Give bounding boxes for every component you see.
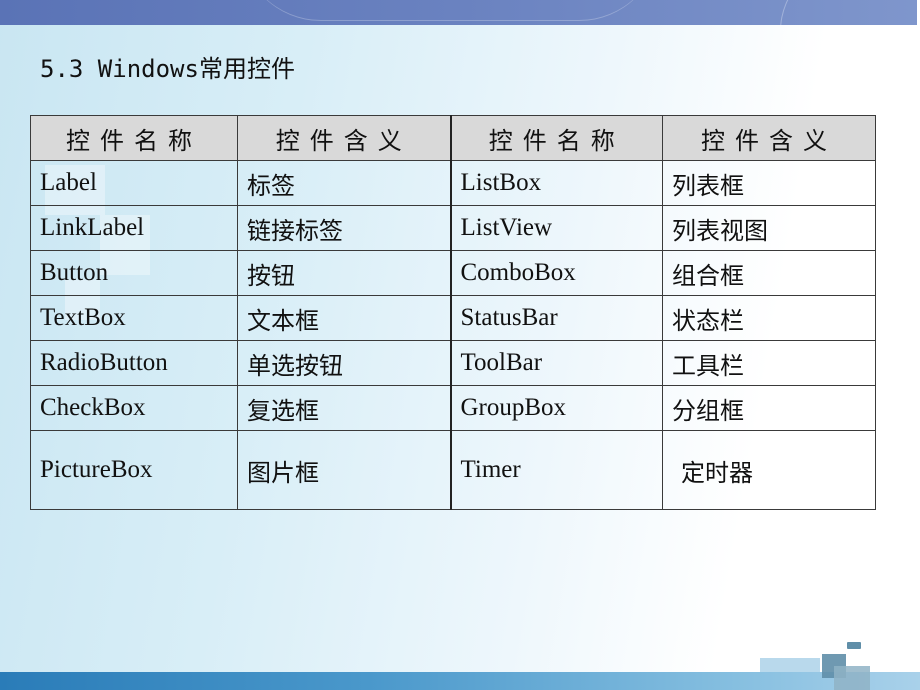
- control-meaning: 列表视图: [662, 205, 876, 251]
- controls-table: 控件名称 控件含义 控件名称 控件含义 Label 标签 ListBox 列表框…: [30, 115, 876, 510]
- control-name: GroupBox: [449, 385, 663, 431]
- control-name: ComboBox: [449, 250, 663, 296]
- control-name: Button: [30, 250, 238, 296]
- control-meaning: 组合框: [662, 250, 876, 296]
- header-control-meaning: 控件含义: [237, 115, 451, 161]
- control-meaning: 定时器: [662, 430, 876, 510]
- control-name: ListView: [449, 205, 663, 251]
- control-name: RadioButton: [30, 340, 238, 386]
- table-row: CheckBox 复选框 GroupBox 分组框: [30, 385, 876, 431]
- control-meaning: 状态栏: [662, 295, 876, 341]
- table-row: PictureBox 图片框 Timer 定时器: [30, 430, 876, 510]
- decorative-square: [760, 658, 820, 672]
- control-meaning: 文本框: [237, 295, 451, 341]
- table-row: Button 按钮 ComboBox 组合框: [30, 250, 876, 296]
- table-row: LinkLabel 链接标签 ListView 列表视图: [30, 205, 876, 251]
- control-name: PictureBox: [30, 430, 238, 510]
- control-name: CheckBox: [30, 385, 238, 431]
- top-banner: [0, 0, 920, 25]
- control-meaning: 图片框: [237, 430, 451, 510]
- control-name: Timer: [449, 430, 663, 510]
- control-meaning: 按钮: [237, 250, 451, 296]
- control-name: Label: [30, 160, 238, 206]
- control-name: ListBox: [449, 160, 663, 206]
- table-row: Label 标签 ListBox 列表框: [30, 160, 876, 206]
- decorative-square: [834, 666, 870, 690]
- decorative-square: [847, 642, 861, 649]
- header-control-meaning: 控件含义: [662, 115, 876, 161]
- control-meaning: 链接标签: [237, 205, 451, 251]
- header-control-name: 控件名称: [449, 115, 663, 161]
- table-row: RadioButton 单选按钮 ToolBar 工具栏: [30, 340, 876, 386]
- header-control-name: 控件名称: [30, 115, 238, 161]
- control-meaning: 单选按钮: [237, 340, 451, 386]
- control-meaning: 标签: [237, 160, 451, 206]
- banner-arc: [780, 0, 920, 25]
- control-meaning: 列表框: [662, 160, 876, 206]
- control-name: LinkLabel: [30, 205, 238, 251]
- control-name: StatusBar: [449, 295, 663, 341]
- control-name: ToolBar: [449, 340, 663, 386]
- bottom-banner: [0, 672, 920, 690]
- table-header-row: 控件名称 控件含义 控件名称 控件含义: [30, 115, 876, 161]
- control-meaning: 复选框: [237, 385, 451, 431]
- slide-title: 5.3 Windows常用控件: [40, 55, 295, 83]
- banner-arc: [240, 0, 660, 21]
- table-row: TextBox 文本框 StatusBar 状态栏: [30, 295, 876, 341]
- control-meaning: 工具栏: [662, 340, 876, 386]
- control-name: TextBox: [30, 295, 238, 341]
- control-meaning: 分组框: [662, 385, 876, 431]
